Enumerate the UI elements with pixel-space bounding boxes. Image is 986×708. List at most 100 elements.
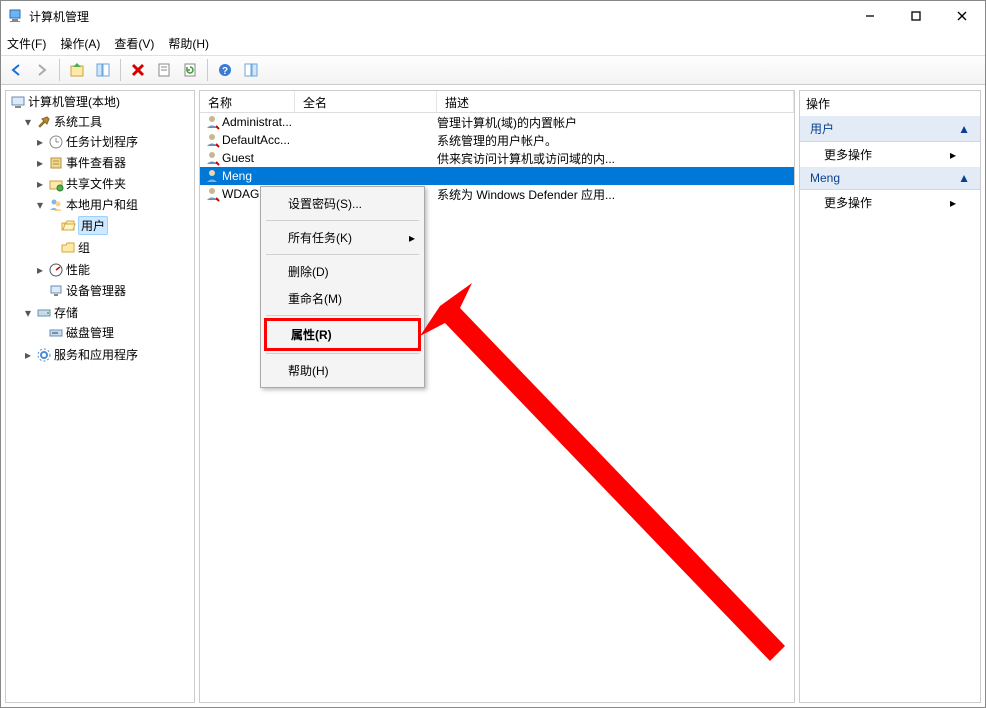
action-section-selected[interactable]: Meng▲ <box>800 167 980 190</box>
col-name[interactable]: 名称 <box>200 91 295 112</box>
collapse-icon[interactable]: ▾ <box>22 307 34 319</box>
show-hide-tree-button[interactable] <box>92 59 114 81</box>
submenu-arrow-icon: ▸ <box>950 148 956 162</box>
tree-task-scheduler[interactable]: ▸ 任务计划程序 <box>32 132 194 151</box>
menu-file[interactable]: 文件(F) <box>7 35 46 52</box>
action-section-users[interactable]: 用户▲ <box>800 116 980 142</box>
maximize-button[interactable] <box>893 1 939 31</box>
ctx-all-tasks[interactable]: 所有任务(K)▸ <box>264 224 421 251</box>
menu-action[interactable]: 操作(A) <box>60 35 100 52</box>
tree-local-users[interactable]: ▾ 本地用户和组 <box>32 195 194 214</box>
tree-services-apps[interactable]: ▸服务和应用程序 <box>20 345 194 364</box>
cell-desc: 管理计算机(域)的内置帐户 <box>437 114 794 131</box>
tree-label: 任务计划程序 <box>66 133 138 150</box>
action-section-label: 用户 <box>810 120 834 137</box>
tree-device-manager[interactable]: 设备管理器 <box>32 281 194 300</box>
action-panel: 操作 用户▲ 更多操作▸ Meng▲ 更多操作▸ <box>799 90 981 703</box>
tree-root-label: 计算机管理(本地) <box>28 93 120 110</box>
tree-users[interactable]: 用户 <box>44 215 194 236</box>
log-icon <box>48 155 64 171</box>
list-row[interactable]: Administrat... 管理计算机(域)的内置帐户 <box>200 113 794 131</box>
users-icon <box>48 197 64 213</box>
list-header: 名称 全名 描述 <box>200 91 794 113</box>
menubar: 文件(F) 操作(A) 查看(V) 帮助(H) <box>1 31 985 55</box>
ctx-help[interactable]: 帮助(H) <box>264 357 421 384</box>
back-button[interactable] <box>5 59 27 81</box>
cell-name: DefaultAcc... <box>222 133 290 147</box>
expand-icon[interactable]: ▸ <box>34 178 46 190</box>
tree-label: 存储 <box>54 304 78 321</box>
submenu-arrow-icon: ▸ <box>950 196 956 210</box>
ctx-label: 属性(R) <box>291 328 332 342</box>
user-icon <box>204 132 220 148</box>
menu-view[interactable]: 查看(V) <box>114 35 154 52</box>
tree-label: 性能 <box>66 261 90 278</box>
up-button[interactable] <box>66 59 88 81</box>
properties-button[interactable] <box>153 59 175 81</box>
ctx-properties[interactable]: 属性(R) <box>264 318 421 351</box>
minimize-button[interactable] <box>847 1 893 31</box>
tree-label: 组 <box>78 239 90 256</box>
ctx-separator-icon <box>266 220 419 221</box>
context-menu: 设置密码(S)... 所有任务(K)▸ 删除(D) 重命名(M) 属性(R) 帮… <box>260 186 425 388</box>
window: 计算机管理 文件(F) 操作(A) 查看(V) 帮助(H) ? <box>0 0 986 708</box>
tree-disk-mgmt[interactable]: 磁盘管理 <box>32 323 194 342</box>
tree-system-tools[interactable]: ▾ 系统工具 <box>20 112 194 131</box>
titlebar: 计算机管理 <box>1 1 985 31</box>
disk-icon <box>48 325 64 341</box>
tree-label: 共享文件夹 <box>66 175 126 192</box>
action-header: 操作 <box>800 91 980 116</box>
tree-performance[interactable]: ▸ 性能 <box>32 260 194 279</box>
tree-label: 本地用户和组 <box>66 196 138 213</box>
forward-button[interactable] <box>31 59 53 81</box>
list-row[interactable]: Guest 供来宾访问计算机或访问域的内... <box>200 149 794 167</box>
expand-icon[interactable]: ▸ <box>22 349 34 361</box>
action-pane-button[interactable] <box>240 59 262 81</box>
collapse-icon[interactable]: ▾ <box>34 199 46 211</box>
expand-icon[interactable]: ▸ <box>34 157 46 169</box>
delete-button[interactable] <box>127 59 149 81</box>
expand-icon[interactable]: ▸ <box>34 136 46 148</box>
ctx-delete[interactable]: 删除(D) <box>264 258 421 285</box>
list-panel: 名称 全名 描述 Administrat... 管理计算机(域)的内置帐户 De… <box>199 90 795 703</box>
storage-icon <box>36 305 52 321</box>
ctx-rename[interactable]: 重命名(M) <box>264 285 421 312</box>
action-item-label: 更多操作 <box>824 194 872 211</box>
tree-groups[interactable]: 组 <box>44 238 194 257</box>
perf-icon <box>48 262 64 278</box>
gear-icon <box>36 347 52 363</box>
help-button[interactable]: ? <box>214 59 236 81</box>
tree-label: 系统工具 <box>54 113 102 130</box>
tree-shared-folders[interactable]: ▸ 共享文件夹 <box>32 174 194 193</box>
tree-event-viewer[interactable]: ▸事件查看器 <box>32 153 194 172</box>
tree-storage[interactable]: ▾ 存储 <box>20 303 194 322</box>
ctx-separator-icon <box>266 254 419 255</box>
col-full[interactable]: 全名 <box>295 91 437 112</box>
folder-icon <box>60 240 76 256</box>
clock-icon <box>48 134 64 150</box>
collapse-arrow-icon: ▲ <box>958 171 970 185</box>
cell-name: Meng <box>222 169 252 183</box>
share-icon <box>48 176 64 192</box>
action-item-label: 更多操作 <box>824 146 872 163</box>
cell-desc: 系统为 Windows Defender 应用... <box>437 186 794 203</box>
action-more-selected[interactable]: 更多操作 ▸ <box>800 190 980 215</box>
collapse-icon[interactable]: ▾ <box>22 116 34 128</box>
computer-icon <box>10 94 26 110</box>
refresh-button[interactable] <box>179 59 201 81</box>
list-row[interactable]: DefaultAcc... 系统管理的用户帐户。 <box>200 131 794 149</box>
ctx-set-password[interactable]: 设置密码(S)... <box>264 190 421 217</box>
toolbar-separator-icon <box>207 59 208 81</box>
user-icon <box>204 168 220 184</box>
tree-panel[interactable]: 计算机管理(本地) ▾ 系统工具 ▸ 任务计划程序 <box>5 90 195 703</box>
close-button[interactable] <box>939 1 985 31</box>
toolbar-separator-icon <box>120 59 121 81</box>
list-row-selected[interactable]: Meng <box>200 167 794 185</box>
col-desc[interactable]: 描述 <box>437 91 794 112</box>
tree-root[interactable]: 计算机管理(本地) <box>8 92 194 111</box>
ctx-separator-icon <box>266 315 419 316</box>
action-more-users[interactable]: 更多操作 ▸ <box>800 142 980 167</box>
expand-icon[interactable]: ▸ <box>34 264 46 276</box>
device-icon <box>48 283 64 299</box>
menu-help[interactable]: 帮助(H) <box>168 35 209 52</box>
